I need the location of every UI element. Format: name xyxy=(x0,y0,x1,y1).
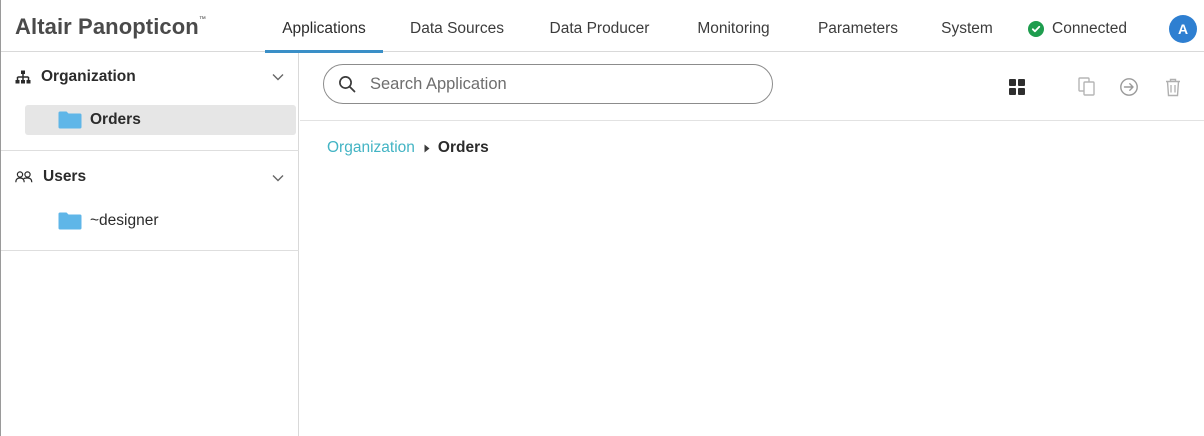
check-circle-icon xyxy=(1028,21,1044,37)
delete-icon[interactable] xyxy=(1162,76,1184,98)
folder-item-designer[interactable]: ~designer xyxy=(25,206,296,236)
toolbar-divider xyxy=(300,120,1204,121)
section-organization-title: Organization xyxy=(41,68,136,85)
tab-monitoring[interactable]: Monitoring xyxy=(683,0,784,52)
grid-view-icon[interactable] xyxy=(1006,76,1028,98)
folder-icon xyxy=(58,111,82,129)
sidebar: Organization Orders Users ~designer xyxy=(1,53,299,436)
breadcrumb: Organization Orders xyxy=(327,139,489,157)
main-panel: Search Application Organization Orders xyxy=(300,53,1204,436)
folder-label: ~designer xyxy=(90,212,159,229)
search-placeholder: Search Application xyxy=(370,74,507,93)
tab-applications[interactable]: Applications xyxy=(265,0,383,53)
breadcrumb-current: Orders xyxy=(437,139,489,156)
section-divider xyxy=(1,150,299,151)
user-avatar[interactable]: A xyxy=(1169,15,1197,43)
org-hierarchy-icon xyxy=(15,70,31,84)
connection-status-label: Connected xyxy=(1052,20,1127,37)
app-window: Altair Panopticon™ Applications Data Sou… xyxy=(0,0,1204,436)
folder-label: Orders xyxy=(90,111,141,128)
caret-right-icon xyxy=(424,144,430,153)
section-organization-header[interactable]: Organization xyxy=(15,66,136,88)
brand-name: Altair Panopticon xyxy=(15,14,199,39)
users-icon xyxy=(15,171,33,183)
section-users-header[interactable]: Users xyxy=(15,166,86,188)
section-users-title: Users xyxy=(43,168,87,185)
breadcrumb-organization-link[interactable]: Organization xyxy=(327,139,415,157)
folder-item-orders[interactable]: Orders xyxy=(25,105,296,135)
search-icon xyxy=(338,75,356,93)
search-application-input[interactable]: Search Application xyxy=(323,64,773,104)
chevron-down-icon[interactable] xyxy=(271,171,285,185)
folder-icon xyxy=(58,212,82,230)
connection-status: Connected xyxy=(1028,19,1127,39)
top-bar: Altair Panopticon™ Applications Data Sou… xyxy=(1,0,1204,53)
tab-system[interactable]: System xyxy=(931,0,1003,52)
tab-parameters[interactable]: Parameters xyxy=(806,0,910,52)
move-icon[interactable] xyxy=(1118,76,1140,98)
copy-icon[interactable] xyxy=(1076,76,1098,98)
chevron-down-icon[interactable] xyxy=(271,70,285,84)
brand-trademark: ™ xyxy=(198,16,206,23)
section-divider xyxy=(1,250,299,251)
brand-logo: Altair Panopticon™ xyxy=(15,14,206,40)
tab-data-sources[interactable]: Data Sources xyxy=(401,0,513,52)
tab-data-producer[interactable]: Data Producer xyxy=(536,0,663,52)
